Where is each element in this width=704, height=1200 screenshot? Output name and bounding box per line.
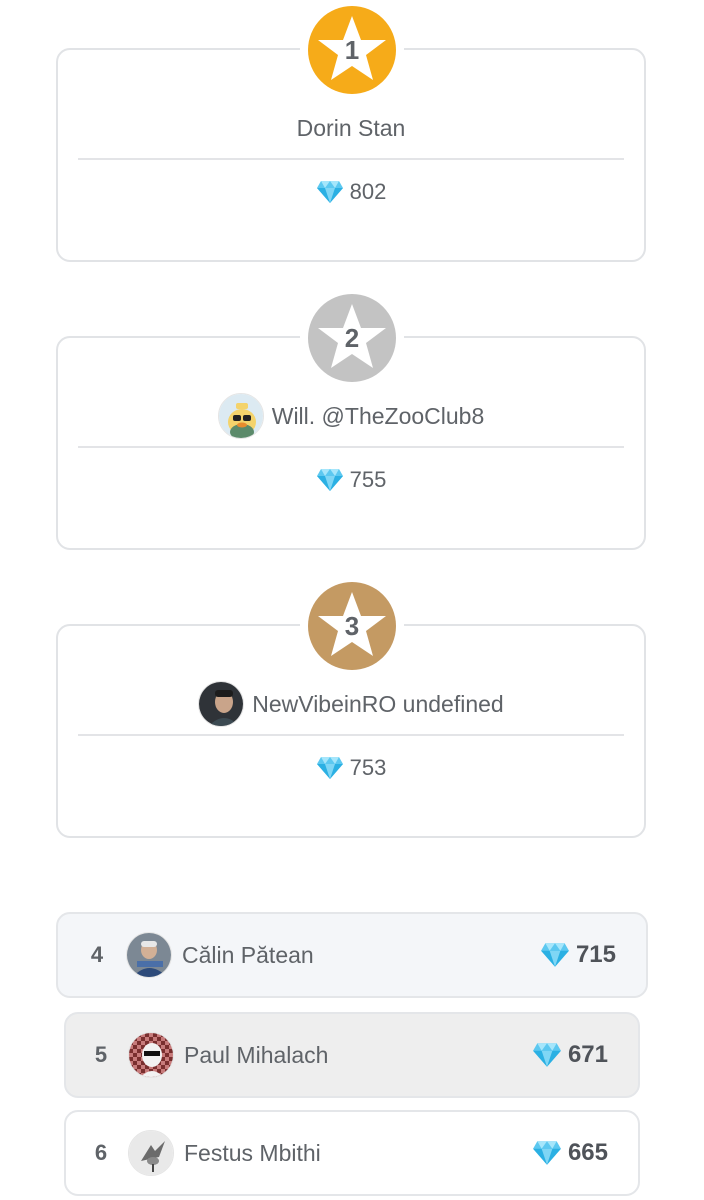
divider <box>78 734 624 736</box>
photo-avatar <box>126 932 172 978</box>
rank-number: 4 <box>90 942 104 967</box>
divider <box>78 446 624 448</box>
player-score: 753 <box>349 755 387 780</box>
diamond-icon <box>316 468 344 492</box>
bird-avatar <box>128 1130 174 1176</box>
medal-3: 3 <box>300 582 404 670</box>
player-score: 671 <box>532 1041 608 1069</box>
diamond-icon <box>532 1042 562 1068</box>
player-name: Will. @TheZooClub8 <box>271 402 485 429</box>
list-item[interactable]: 4 Călin Pătean 715 <box>56 912 648 998</box>
player-name: Călin Pătean <box>182 941 314 968</box>
star-icon: 2 <box>308 294 396 382</box>
rank-number: 1 <box>345 35 359 65</box>
diamond-icon <box>316 756 344 780</box>
divider <box>78 158 624 160</box>
player-name: NewVibeinRO undefined <box>252 690 504 717</box>
score-value: 715 <box>575 941 616 968</box>
player-name: Dorin Stan <box>296 114 406 141</box>
list-item[interactable]: 6 Festus Mbithi 665 <box>64 1110 640 1196</box>
rank-number: 2 <box>345 323 359 353</box>
list-item[interactable]: 5 Paul Mihalach 671 <box>64 1012 640 1098</box>
duck-avatar <box>217 393 264 439</box>
medal-2: 2 <box>300 294 404 382</box>
photo-avatar <box>198 681 245 727</box>
rank-number: 5 <box>94 1042 108 1067</box>
star-icon: 3 <box>308 582 396 670</box>
rank-number: 6 <box>94 1140 108 1165</box>
score-value: 665 <box>567 1139 608 1166</box>
player-score: 715 <box>540 941 616 969</box>
player-score: 665 <box>532 1139 608 1167</box>
score-value: 671 <box>567 1041 608 1068</box>
diamond-icon <box>540 942 570 968</box>
medal-1: 1 <box>300 6 404 94</box>
cartoon-avatar <box>128 1032 174 1078</box>
player-score: 802 <box>349 179 387 204</box>
diamond-icon <box>316 180 344 204</box>
diamond-icon <box>532 1140 562 1166</box>
player-score: 755 <box>349 467 387 492</box>
star-icon: 1 <box>308 6 396 94</box>
player-name: Paul Mihalach <box>184 1041 329 1068</box>
player-name: Festus Mbithi <box>184 1139 321 1166</box>
rank-number: 3 <box>345 611 359 641</box>
